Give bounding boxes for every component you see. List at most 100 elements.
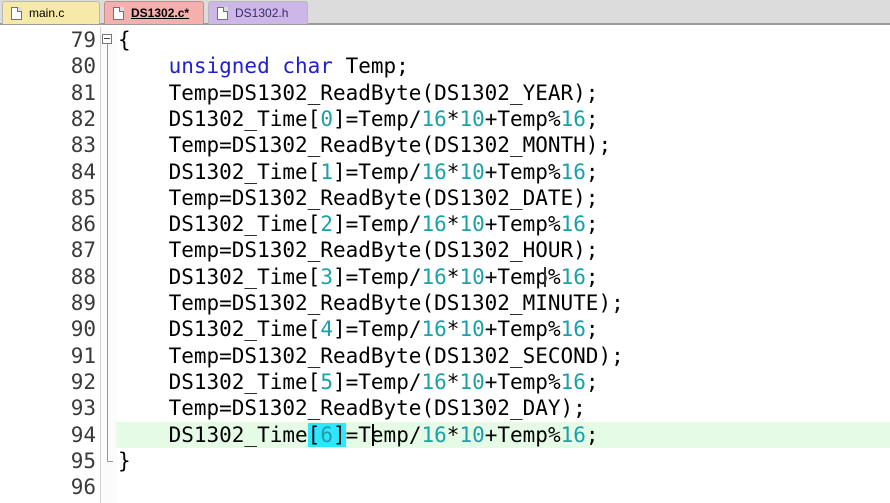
code-token: Temp=DS1302_ReadByte(DS1302_HOUR); xyxy=(168,238,599,263)
tab-label: main.c xyxy=(29,5,65,20)
code-text[interactable]: Temp=DS1302_ReadByte(DS1302_YEAR); xyxy=(118,80,599,106)
number-token: 3 xyxy=(320,264,333,289)
line-number: 87 xyxy=(70,238,96,263)
code-line[interactable]: 91 Temp=DS1302_ReadByte(DS1302_SECOND); xyxy=(0,343,890,369)
code-token: +Temp% xyxy=(484,212,561,237)
code-token: Temp=DS1302_ReadByte(DS1302_DAY); xyxy=(168,396,586,421)
code-token: ; xyxy=(585,212,599,237)
bracket-token: [ xyxy=(307,159,321,184)
code-line[interactable]: 83 Temp=DS1302_ReadByte(DS1302_MONTH); xyxy=(0,132,890,158)
line-number: 80 xyxy=(70,54,96,79)
code-line[interactable]: 90 DS1302_Time[4]=Temp/16*10+Temp%16; xyxy=(0,316,890,342)
code-token: =Temp/ xyxy=(345,422,422,447)
number-token: 16 xyxy=(560,369,586,394)
code-token: DS1302_Time xyxy=(168,159,308,184)
bracket-token: [ xyxy=(307,422,321,447)
number-token: 16 xyxy=(421,212,447,237)
code-line[interactable]: 93 Temp=DS1302_ReadByte(DS1302_DAY); xyxy=(0,395,890,421)
code-token: =Temp/ xyxy=(345,317,422,342)
code-line[interactable]: 88 DS1302_Time[3]=Temp/16*10+Temp%16; xyxy=(0,264,890,290)
code-line[interactable]: 94 DS1302_Time[6]=Temp/16*10+Temp%16; xyxy=(0,421,890,448)
code-text[interactable]: Temp=DS1302_ReadByte(DS1302_DAY); xyxy=(118,395,586,421)
code-text[interactable]: DS1302_Time[0]=Temp/16*10+Temp%16; xyxy=(118,106,599,132)
code-text[interactable]: Temp=DS1302_ReadByte(DS1302_MONTH); xyxy=(118,132,612,158)
bracket-token: ] xyxy=(332,317,346,342)
code-line[interactable]: 80 unsigned char Temp; xyxy=(0,53,890,79)
code-token: +Temp% xyxy=(484,159,561,184)
bracket-token: [ xyxy=(307,369,321,394)
code-text[interactable]: { xyxy=(118,27,131,53)
code-token: =Temp/ xyxy=(345,159,422,184)
code-token: =Temp/ xyxy=(345,212,422,237)
code-text[interactable]: DS1302_Time[5]=Temp/16*10+Temp%16; xyxy=(118,369,599,395)
line-number: 81 xyxy=(70,80,96,105)
number-token: 10 xyxy=(459,106,485,131)
number-token: 10 xyxy=(459,317,485,342)
code-text[interactable]: Temp=DS1302_ReadByte(DS1302_DATE); xyxy=(118,185,599,211)
number-token: 10 xyxy=(459,422,485,447)
code-token: +Temp% xyxy=(484,106,561,131)
code-line[interactable]: 87 Temp=DS1302_ReadByte(DS1302_HOUR); xyxy=(0,237,890,263)
code-token: Temp=DS1302_ReadByte(DS1302_MONTH); xyxy=(168,133,612,158)
tab-ds1302-c[interactable]: DS1302.c* xyxy=(104,1,204,24)
line-number: 93 xyxy=(70,396,96,421)
number-token: 10 xyxy=(459,264,485,289)
bracket-token: ] xyxy=(332,264,346,289)
line-number: 89 xyxy=(70,291,96,315)
code-token: +Temp% xyxy=(484,422,561,447)
code-line[interactable]: 96 xyxy=(0,474,890,500)
line-number: 96 xyxy=(70,475,96,500)
code-line[interactable]: 82 DS1302_Time[0]=Temp/16*10+Temp%16; xyxy=(0,106,890,132)
code-token: ; xyxy=(585,317,599,342)
tab-ds1302-h[interactable]: DS1302.h xyxy=(208,1,308,24)
line-number: 85 xyxy=(70,185,96,210)
code-text[interactable]: } xyxy=(118,448,131,474)
code-line[interactable]: 89 Temp=DS1302_ReadByte(DS1302_MINUTE); xyxy=(0,290,890,316)
code-line[interactable]: 81 Temp=DS1302_ReadByte(DS1302_YEAR); xyxy=(0,80,890,106)
file-icon xyxy=(113,6,124,20)
number-token: 10 xyxy=(459,212,485,237)
code-text[interactable]: Temp=DS1302_ReadByte(DS1302_SECOND); xyxy=(118,343,624,369)
code-editor[interactable]: 79{80 unsigned char Temp; 81 Temp=DS1302_… xyxy=(0,27,890,503)
code-text[interactable]: DS1302_Time[6]=Temp/16*10+Temp%16; xyxy=(118,422,599,448)
code-token: DS1302_Time xyxy=(168,212,308,237)
number-token: 16 xyxy=(421,317,447,342)
code-token: =Temp/ xyxy=(345,106,422,131)
number-token: 16 xyxy=(560,422,586,447)
code-token: +Temp% xyxy=(484,369,561,394)
number-token: 2 xyxy=(320,212,333,237)
code-token: DS1302_Time xyxy=(168,264,308,289)
keyword-token: unsigned char xyxy=(168,54,333,79)
code-line[interactable]: 85 Temp=DS1302_ReadByte(DS1302_DATE); xyxy=(0,185,890,211)
text-cursor xyxy=(372,423,374,446)
code-line[interactable]: 84 DS1302_Time[1]=Temp/16*10+Temp%16; xyxy=(0,159,890,185)
code-text[interactable]: DS1302_Time[4]=Temp/16*10+Temp%16; xyxy=(118,316,599,342)
code-text[interactable]: Temp=DS1302_ReadByte(DS1302_MINUTE); xyxy=(118,290,624,316)
code-token: ; xyxy=(585,106,599,131)
code-line[interactable]: 95} xyxy=(0,448,890,474)
line-number: 91 xyxy=(70,343,96,368)
code-line[interactable]: 92 DS1302_Time[5]=Temp/16*10+Temp%16; xyxy=(0,369,890,395)
code-line[interactable]: 86 DS1302_Time[2]=Temp/16*10+Temp%16; xyxy=(0,211,890,237)
code-token: Temp=DS1302_ReadByte(DS1302_YEAR); xyxy=(168,80,599,105)
number-token: 10 xyxy=(459,159,485,184)
tab-main-c[interactable]: main.c xyxy=(2,1,100,24)
file-icon xyxy=(11,6,22,20)
code-line[interactable]: 79 { xyxy=(0,27,890,53)
number-token: 0 xyxy=(320,106,333,131)
tab-label: DS1302.h xyxy=(235,5,289,20)
bracket-token: ] xyxy=(332,159,346,184)
number-token: 16 xyxy=(421,369,447,394)
code-text[interactable]: DS1302_Time[3]=Temp/16*10+Temp%16; xyxy=(118,264,599,290)
code-text[interactable]: unsigned char Temp; xyxy=(118,53,409,79)
line-number: 83 xyxy=(70,133,96,158)
file-icon xyxy=(217,6,228,20)
bracket-token: [ xyxy=(307,212,321,237)
file-tab-bar: main.c DS1302.c* DS1302.h xyxy=(0,0,890,25)
code-text[interactable]: Temp=DS1302_ReadByte(DS1302_HOUR); xyxy=(118,237,599,263)
code-text[interactable]: DS1302_Time[2]=Temp/16*10+Temp%16; xyxy=(118,211,599,237)
operator-token: * xyxy=(446,106,460,131)
number-token: 1 xyxy=(320,159,333,184)
code-text[interactable]: DS1302_Time[1]=Temp/16*10+Temp%16; xyxy=(118,159,599,185)
code-token: Temp=DS1302_ReadByte(DS1302_SECOND); xyxy=(168,343,624,368)
